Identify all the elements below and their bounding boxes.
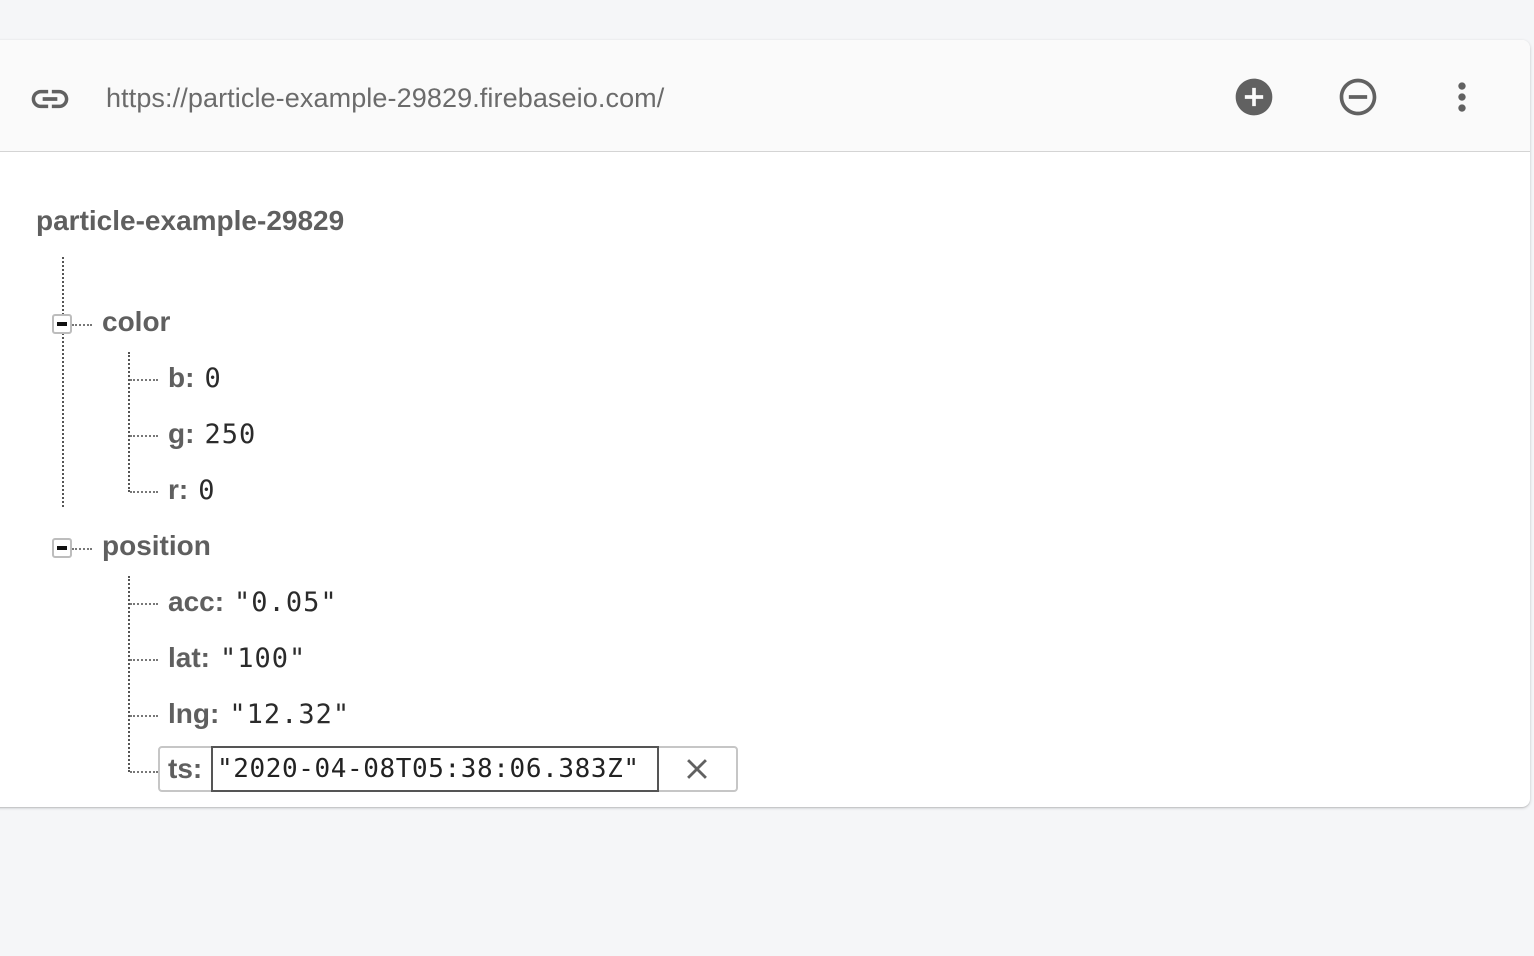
tree-connector bbox=[72, 548, 92, 550]
leaf-value: "12.32" bbox=[229, 699, 351, 730]
tree-connector bbox=[130, 379, 158, 381]
tree-leaf[interactable]: lng: "12.32" bbox=[168, 696, 350, 732]
leaf-key: lat: bbox=[168, 642, 210, 673]
leaf-key: lng: bbox=[168, 698, 220, 729]
leaf-key: b: bbox=[168, 362, 195, 393]
database-url[interactable]: https://particle-example-29829.firebasei… bbox=[106, 78, 664, 118]
value-edit-input[interactable] bbox=[211, 746, 659, 792]
tree-leaf[interactable]: g: 250 bbox=[168, 416, 256, 452]
edit-value-row: ts: bbox=[158, 746, 738, 792]
tree-node-color[interactable]: color bbox=[102, 304, 170, 340]
close-icon[interactable] bbox=[680, 752, 714, 786]
leaf-value: 0 bbox=[204, 363, 222, 394]
data-tree: particle-example-29829 color b: 0 g: 250 r… bbox=[0, 151, 1530, 807]
leaf-key: r: bbox=[168, 474, 189, 505]
leaf-key: g: bbox=[168, 418, 195, 449]
toolbar: https://particle-example-29829.firebasei… bbox=[0, 40, 1530, 152]
tree-connector bbox=[130, 603, 158, 605]
tree-connector bbox=[130, 491, 158, 493]
remove-circle-icon[interactable] bbox=[1336, 75, 1380, 119]
leaf-value: "100" bbox=[220, 643, 307, 674]
leaf-value: 0 bbox=[198, 475, 216, 506]
tree-connector bbox=[130, 659, 158, 661]
tree-connector bbox=[130, 435, 158, 437]
tree-connector bbox=[128, 576, 130, 772]
link-icon bbox=[31, 89, 69, 109]
tree-leaf[interactable]: lat: "100" bbox=[168, 640, 306, 676]
database-panel: https://particle-example-29829.firebasei… bbox=[0, 40, 1530, 807]
tree-connector bbox=[130, 715, 158, 717]
more-vertical-icon[interactable] bbox=[1440, 75, 1484, 119]
leaf-value: "0.05" bbox=[234, 587, 338, 618]
tree-leaf[interactable]: acc: "0.05" bbox=[168, 584, 338, 620]
collapse-toggle-color[interactable] bbox=[52, 314, 72, 334]
tree-root[interactable]: particle-example-29829 bbox=[36, 205, 344, 237]
tree-leaf[interactable]: r: 0 bbox=[168, 472, 216, 508]
edit-key-label: ts: bbox=[168, 753, 203, 784]
tree-connector bbox=[72, 324, 92, 326]
leaf-value: 250 bbox=[204, 419, 257, 450]
tree-node-position[interactable]: position bbox=[102, 528, 211, 564]
tree-connector bbox=[128, 352, 130, 492]
tree-leaf[interactable]: b: 0 bbox=[168, 360, 222, 396]
add-circle-icon[interactable] bbox=[1232, 75, 1276, 119]
tree-connector bbox=[62, 257, 64, 507]
collapse-toggle-position[interactable] bbox=[52, 538, 72, 558]
tree-connector bbox=[130, 771, 158, 773]
leaf-key: acc: bbox=[168, 586, 225, 617]
